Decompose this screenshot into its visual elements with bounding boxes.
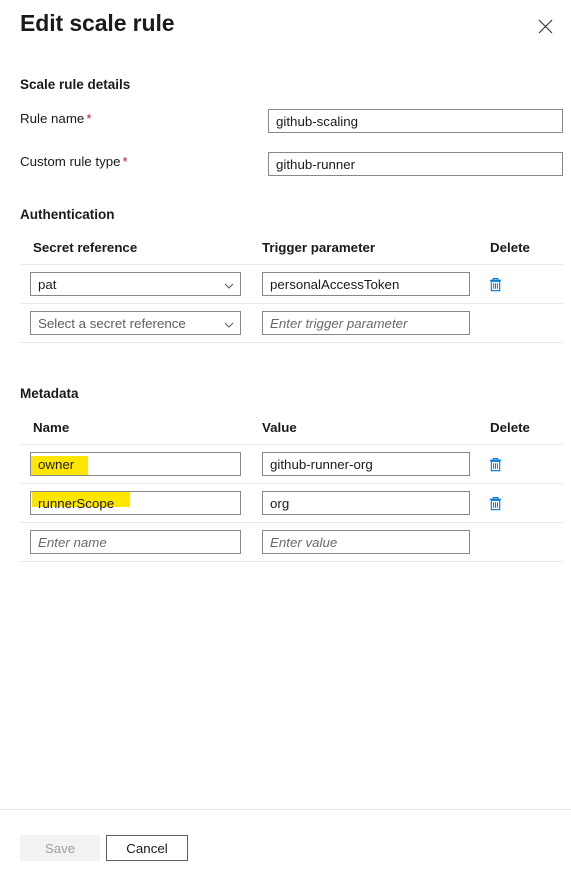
cell-metadata-name: [30, 452, 241, 476]
secret-reference-value: pat: [38, 276, 57, 292]
table-row: Select a secret reference: [20, 303, 563, 343]
save-button[interactable]: Save: [20, 835, 100, 861]
cell-metadata-name: [30, 530, 241, 554]
chevron-down-icon: [224, 279, 234, 289]
metadata-grid: Name Value Delete: [20, 416, 563, 562]
panel-footer: Save Cancel: [0, 809, 571, 883]
cell-secret-reference: Select a secret reference: [30, 311, 241, 335]
metadata-value-input[interactable]: [262, 530, 470, 554]
column-header-delete: Delete: [490, 420, 530, 435]
cell-metadata-value: [262, 530, 470, 554]
metadata-value-input[interactable]: [262, 491, 470, 515]
table-row: [20, 522, 563, 562]
column-header-trigger-parameter: Trigger parameter: [262, 240, 376, 255]
rule-name-input[interactable]: [268, 109, 563, 133]
field-row-custom-rule-type: Custom rule type *: [20, 152, 563, 176]
page-title: Edit scale rule: [20, 10, 175, 36]
secret-reference-placeholder: Select a secret reference: [38, 315, 186, 331]
section-heading-metadata: Metadata: [20, 386, 79, 401]
trigger-parameter-input[interactable]: [262, 311, 470, 335]
delete-row-button[interactable]: [488, 457, 503, 473]
metadata-name-input[interactable]: [30, 491, 241, 515]
panel-header: Edit scale rule: [0, 0, 571, 56]
cancel-button[interactable]: Cancel: [106, 835, 188, 861]
cell-trigger-parameter: [262, 311, 470, 335]
table-row: [20, 483, 563, 522]
secret-reference-dropdown[interactable]: Select a secret reference: [30, 311, 241, 335]
cell-delete: [488, 531, 516, 555]
metadata-value-input[interactable]: [262, 452, 470, 476]
authentication-grid: Secret reference Trigger parameter Delet…: [20, 236, 563, 343]
cell-secret-reference: pat: [30, 272, 241, 296]
trash-icon: [488, 457, 503, 476]
metadata-name-input[interactable]: [30, 530, 241, 554]
column-header-secret-reference: Secret reference: [33, 240, 138, 255]
cell-metadata-value: [262, 452, 470, 476]
close-button[interactable]: [531, 12, 559, 40]
label-custom-rule-type: Custom rule type *: [20, 154, 128, 169]
panel-content: Scale rule details Rule name* Custom rul…: [0, 56, 571, 810]
close-icon: [538, 19, 553, 34]
chevron-down-icon: [224, 318, 234, 328]
table-row: pat: [20, 264, 563, 303]
cell-delete: [488, 453, 516, 477]
cell-trigger-parameter: [262, 272, 470, 296]
trigger-parameter-input[interactable]: [262, 272, 470, 296]
section-heading-scale-rule-details: Scale rule details: [20, 77, 131, 92]
metadata-grid-header: Name Value Delete: [20, 416, 563, 444]
metadata-name-input[interactable]: [30, 452, 241, 476]
cell-delete: [488, 312, 516, 336]
delete-row-button[interactable]: [488, 277, 503, 293]
table-row: [20, 444, 563, 483]
cell-delete: [488, 273, 516, 297]
column-header-name: Name: [33, 420, 70, 435]
label-rule-name-text: Rule name: [20, 111, 85, 126]
required-asterisk: *: [86, 111, 92, 126]
authentication-grid-header: Secret reference Trigger parameter Delet…: [20, 236, 563, 264]
column-header-delete: Delete: [490, 240, 530, 255]
required-asterisk: *: [122, 154, 128, 169]
field-row-rule-name: Rule name *: [20, 109, 563, 133]
column-header-value: Value: [262, 420, 297, 435]
cell-delete: [488, 492, 516, 516]
cell-metadata-name: [30, 491, 241, 515]
trash-icon: [488, 496, 503, 515]
label-rule-name: Rule name *: [20, 111, 92, 126]
delete-row-button[interactable]: [488, 496, 503, 512]
custom-rule-type-input[interactable]: [268, 152, 563, 176]
cell-metadata-value: [262, 491, 470, 515]
secret-reference-dropdown[interactable]: pat: [30, 272, 241, 296]
trash-icon: [488, 277, 503, 296]
section-heading-authentication: Authentication: [20, 207, 115, 222]
label-custom-rule-type-text: Custom rule type: [20, 154, 121, 169]
